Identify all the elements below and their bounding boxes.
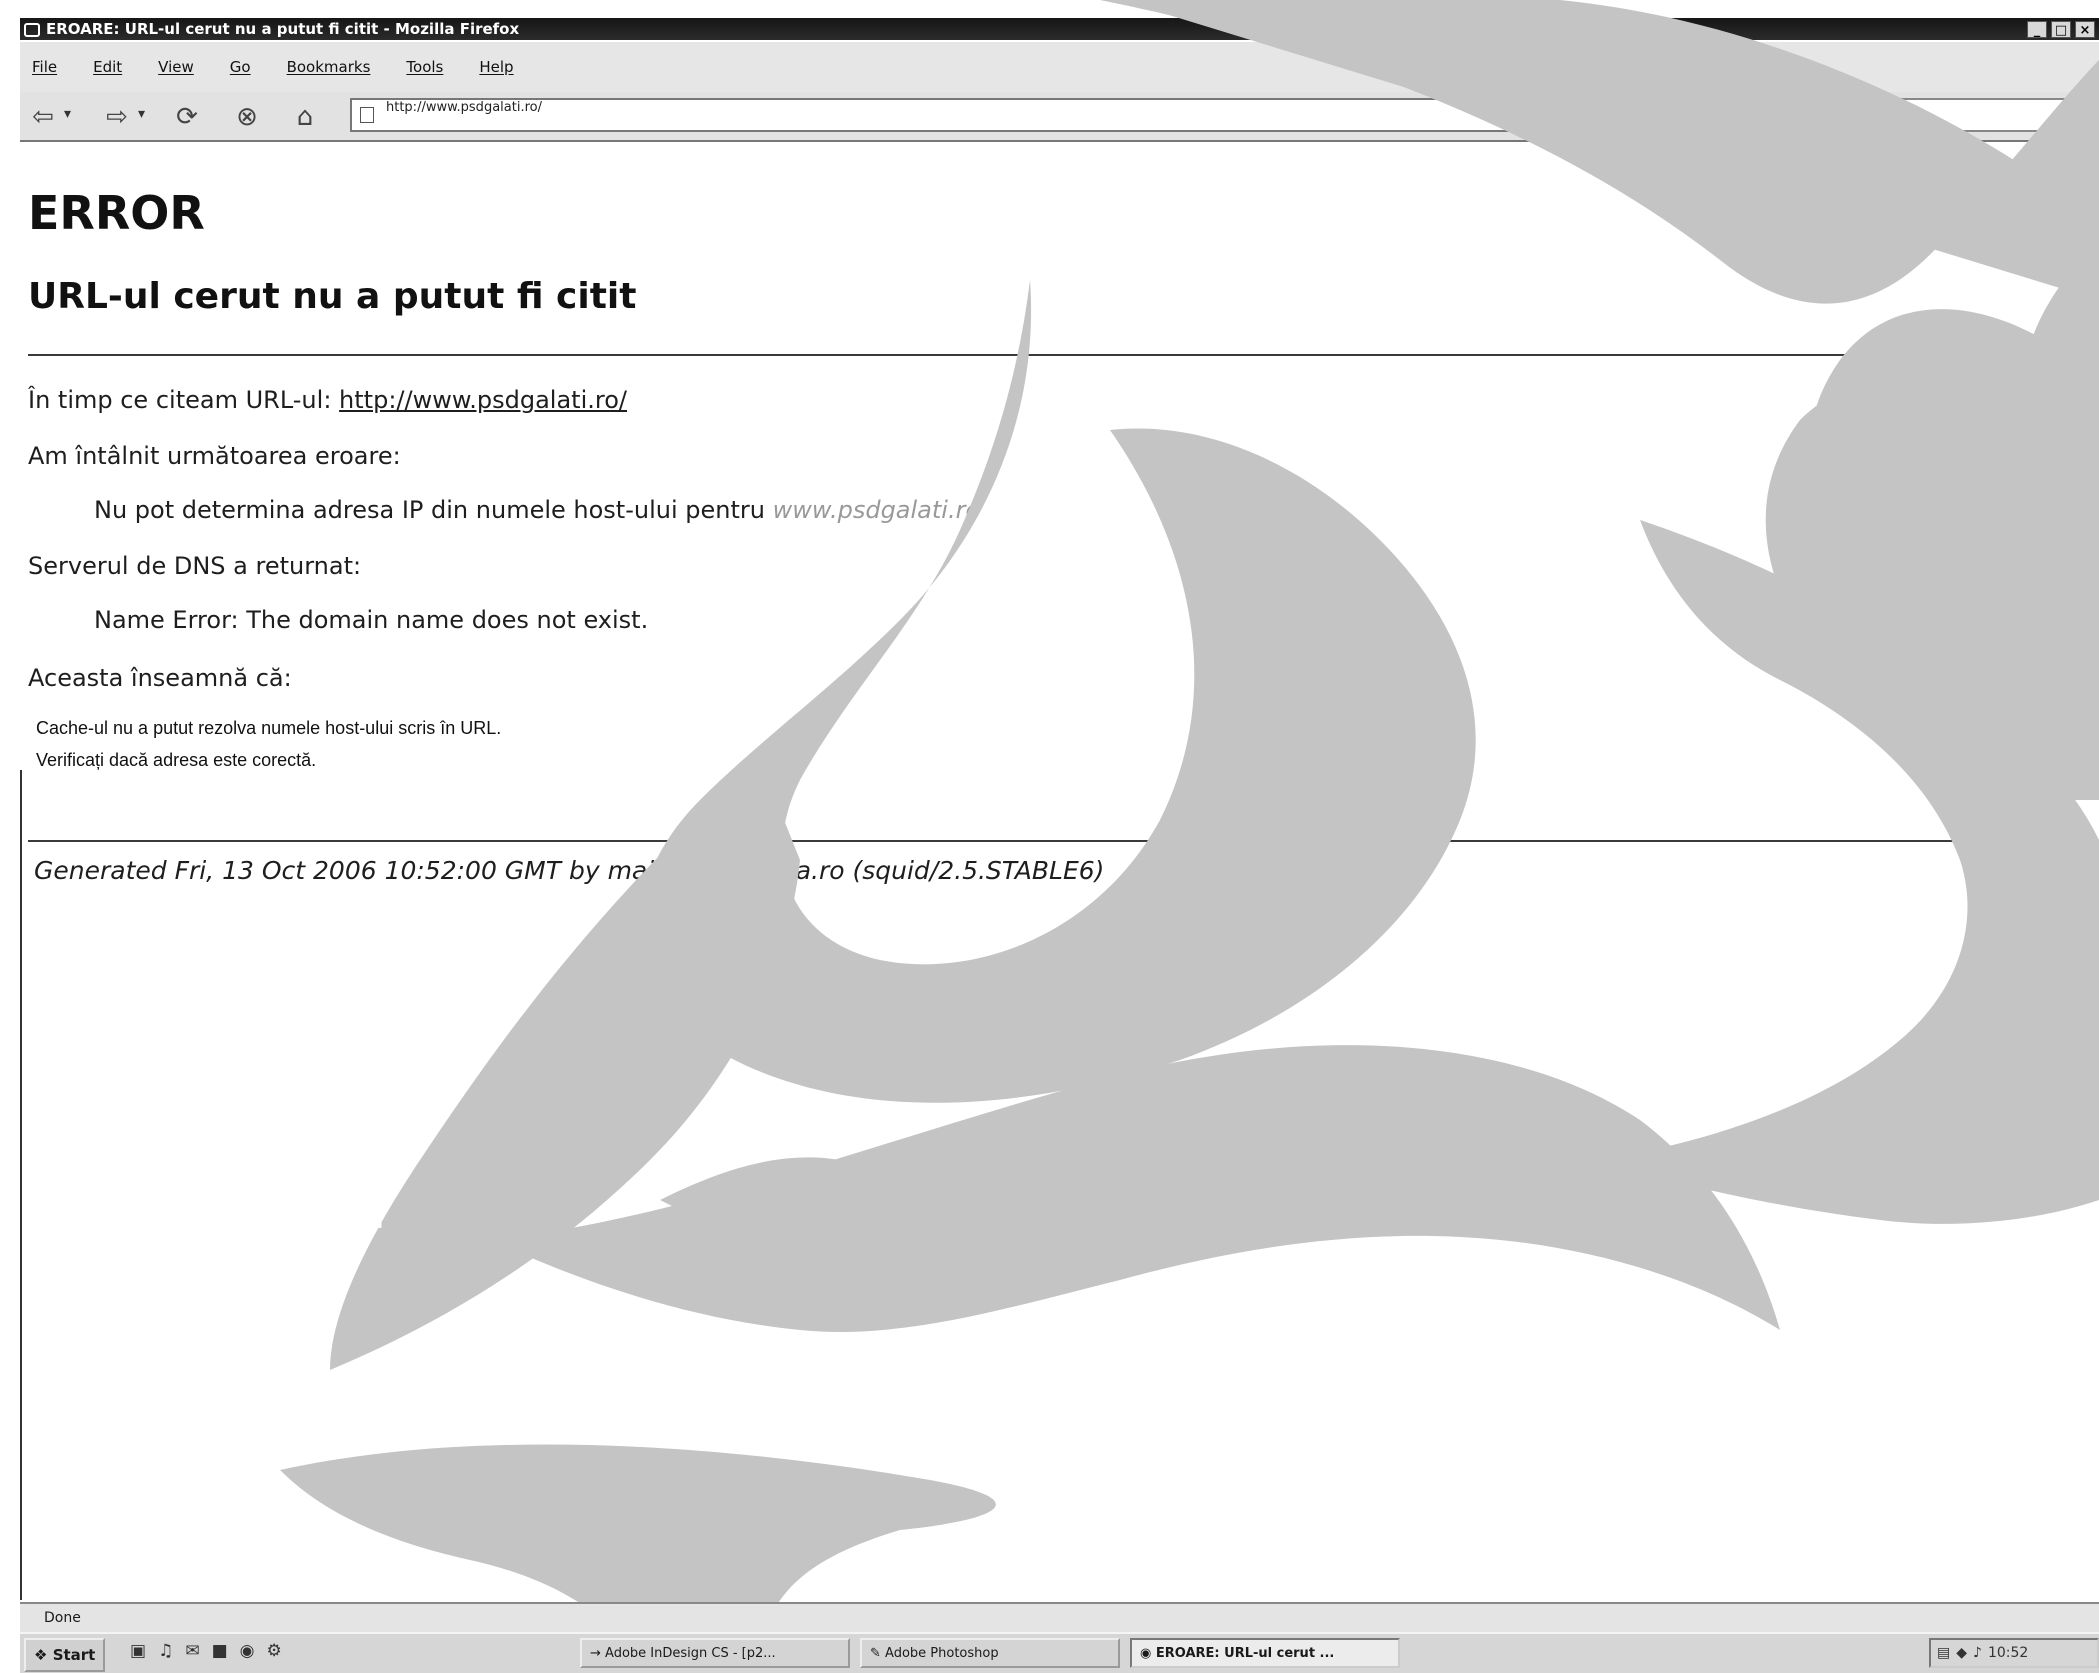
tray-volume-icon[interactable]: ♪ [1973, 1645, 1982, 1661]
error-host: www.psdgalati.ro [772, 496, 981, 524]
error-line: Nu pot determina adresa IP din numele ho… [94, 496, 980, 524]
menu-edit[interactable]: Edit [93, 58, 122, 76]
status-bar: Done [20, 1602, 2099, 1632]
taskbar-item-photoshop[interactable]: ✎ Adobe Photoshop [860, 1638, 1120, 1668]
menu-help[interactable]: Help [479, 58, 513, 76]
close-button[interactable]: × [2075, 20, 2095, 38]
firefox-icon [24, 23, 40, 37]
menu-go[interactable]: Go [230, 58, 251, 76]
windows-logo-icon: ❖ [34, 1646, 48, 1664]
go-icon[interactable]: ○ → [1830, 102, 1867, 123]
back-icon[interactable]: ⇦ [26, 100, 60, 134]
back-dropdown-icon[interactable]: ▾ [64, 106, 71, 122]
menu-bar: File Edit View Go Bookmarks Tools Help [20, 42, 2099, 92]
stop-icon[interactable]: ⊗ [230, 100, 264, 134]
page-heading: ERROR [28, 186, 205, 240]
taskbar-item-firefox[interactable]: ◉ EROARE: URL-ul cerut ... [1130, 1638, 1400, 1668]
window-title: EROARE: URL-ul cerut nu a putut fi citit… [46, 20, 520, 38]
maximize-button[interactable]: □ [2051, 20, 2071, 38]
media-player-icon[interactable]: ♫ [158, 1641, 173, 1661]
tray-network-icon[interactable]: ▤ [1937, 1645, 1950, 1661]
start-label: Start [52, 1646, 96, 1664]
error-message: Nu pot determina adresa IP din numele ho… [94, 496, 765, 524]
quick-launch-bar: ▣ ♫ ✉ ■ ◉ ⚙ [130, 1641, 282, 1661]
dns-error-line: Name Error: The domain name does not exi… [94, 606, 649, 634]
folder-icon[interactable]: ■ [212, 1641, 228, 1661]
minimize-button[interactable]: _ [2027, 20, 2047, 38]
menu-bookmarks[interactable]: Bookmarks [287, 58, 371, 76]
start-button[interactable]: ❖ Start [24, 1638, 106, 1672]
bottom-divider [28, 840, 2099, 842]
menu-tools[interactable]: Tools [406, 58, 443, 76]
browser-icon[interactable]: ◉ [240, 1641, 255, 1661]
menu-view[interactable]: View [158, 58, 194, 76]
photoshop-icon: ✎ [870, 1646, 881, 1661]
taskbar-item-photoshop-label: Adobe Photoshop [885, 1646, 999, 1661]
address-bar[interactable]: http://www.psdgalati.ro/ [350, 98, 1830, 132]
reading-url-label: În timp ce citeam URL-ul: [28, 386, 332, 414]
email-icon[interactable]: ✉ [185, 1641, 199, 1661]
page-content: ERROR URL-ul cerut nu a putut fi citit Î… [20, 142, 2099, 1602]
search-input[interactable]: ⌕ [1888, 98, 2088, 132]
show-desktop-icon[interactable]: ▣ [130, 1641, 146, 1661]
settings-icon[interactable]: ⚙ [266, 1641, 281, 1661]
forward-icon[interactable]: ⇨ [100, 100, 134, 134]
menu-file[interactable]: File [32, 58, 57, 76]
home-icon[interactable]: ⌂ [288, 100, 322, 134]
top-divider [28, 354, 2099, 356]
forward-dropdown-icon[interactable]: ▾ [138, 106, 145, 122]
reload-icon[interactable]: ⟳ [170, 100, 204, 134]
clock[interactable]: 10:52 [1988, 1645, 2028, 1661]
reading-url-line: În timp ce citeam URL-ul: http://www.psd… [28, 386, 627, 414]
taskbar-item-indesign-label: Adobe InDesign CS - [p2... [605, 1646, 776, 1661]
dns-returned-line: Serverul de DNS a returnat: [28, 552, 362, 580]
generated-footer: Generated Fri, 13 Oct 2006 10:52:00 GMT … [34, 856, 1105, 885]
window-titlebar: EROARE: URL-ul cerut nu a putut fi citit… [20, 18, 2099, 40]
navigation-toolbar: ⇦ ▾ ⇨ ▾ ⟳ ⊗ ⌂ http://www.psdgalati.ro/ ▼… [20, 92, 2099, 142]
window-controls: _ □ × [2027, 18, 2099, 40]
taskbar-item-indesign[interactable]: → Adobe InDesign CS - [p2... [580, 1638, 850, 1668]
system-tray: ▤ ◆ ♪ 10:52 [1929, 1638, 2099, 1668]
tray-antivirus-icon[interactable]: ◆ [1956, 1645, 1967, 1661]
taskbar-item-firefox-label: EROARE: URL-ul cerut ... [1155, 1646, 1335, 1661]
page-subheading: URL-ul cerut nu a putut fi citit [28, 276, 637, 317]
requested-url-link[interactable]: http://www.psdgalati.ro/ [339, 386, 627, 414]
search-icon: ⌕ [1896, 102, 1907, 123]
encountered-line: Am întâlnit următoarea eroare: [28, 442, 401, 470]
means-line: Aceasta înseamnă că: [28, 664, 292, 692]
content-left-edge [20, 770, 22, 1600]
firefox-task-icon: ◉ [1140, 1646, 1152, 1661]
page-icon [360, 107, 374, 123]
taskbar: ❖ Start ▣ ♫ ✉ ■ ◉ ⚙ → Adobe InDesign CS … [20, 1632, 2099, 1673]
address-text[interactable]: http://www.psdgalati.ro/ [386, 100, 542, 115]
explanation-line-1: Cache-ul nu a putut rezolva numele host-… [36, 718, 502, 738]
indesign-icon: → [590, 1646, 601, 1661]
explanation-line-2: Verificați dacă adresa este corectă. [36, 750, 317, 770]
status-text: Done [44, 1610, 81, 1626]
address-dropdown-button[interactable]: ▼ [1782, 98, 1806, 132]
